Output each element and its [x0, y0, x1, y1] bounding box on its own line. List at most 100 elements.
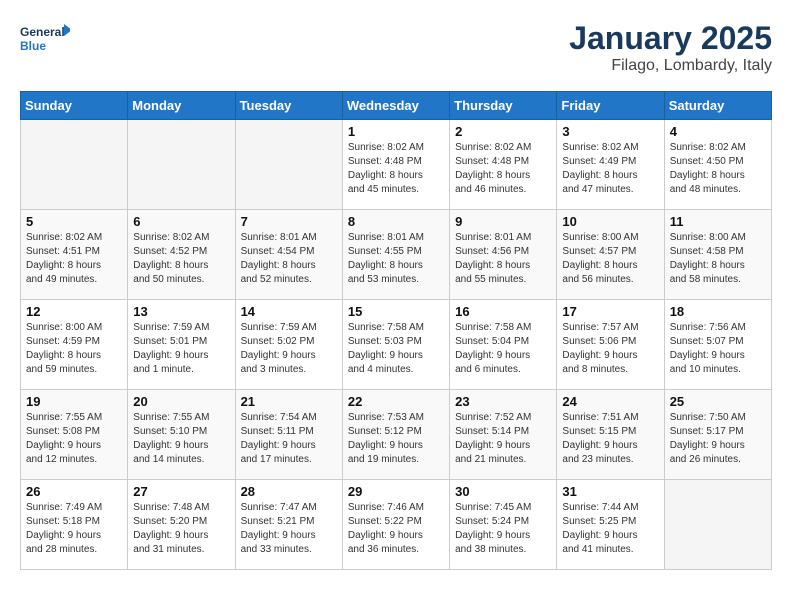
day-number: 8 — [348, 214, 444, 229]
day-info: Sunrise: 7:44 AM Sunset: 5:25 PM Dayligh… — [562, 501, 658, 557]
day-info: Sunrise: 8:02 AM Sunset: 4:50 PM Dayligh… — [670, 141, 766, 197]
day-number: 19 — [26, 394, 122, 409]
day-number: 24 — [562, 394, 658, 409]
calendar-cell: 2Sunrise: 8:02 AM Sunset: 4:48 PM Daylig… — [450, 120, 557, 210]
calendar-cell: 30 Sunrise: 7:45 AM Sunset: 5:24 PM Dayli… — [450, 480, 557, 570]
day-info: Sunrise: 7:57 AM Sunset: 5:06 PM Dayligh… — [562, 321, 658, 377]
day-number: 15 — [348, 304, 444, 319]
calendar-cell: 15 Sunrise: 7:58 AM Sunset: 5:03 PM Dayli… — [342, 300, 449, 390]
day-info: Sunrise: 7:53 AM Sunset: 5:12 PM Dayligh… — [348, 411, 444, 467]
day-info: Sunrise: 7:51 AM Sunset: 5:15 PM Dayligh… — [562, 411, 658, 467]
day-info: Sunrise: 7:49 AM Sunset: 5:18 PM Dayligh… — [26, 501, 122, 557]
day-number: 10 — [562, 214, 658, 229]
day-info: Sunrise: 7:55 AM Sunset: 5:10 PM Dayligh… — [133, 411, 229, 467]
calendar-cell: 3 Sunrise: 8:02 AM Sunset: 4:49 PM Daylig… — [557, 120, 664, 210]
calendar-cell — [21, 120, 128, 210]
weekday-header: Thursday — [450, 92, 557, 120]
calendar-cell: 6 Sunrise: 8:02 AM Sunset: 4:52 PM Daylig… — [128, 210, 235, 300]
day-number: 26 — [26, 484, 122, 499]
calendar-cell: 18 Sunrise: 7:56 AM Sunset: 5:07 PM Dayli… — [664, 300, 771, 390]
logo: General Blue — [20, 20, 70, 60]
day-info: Sunrise: 7:48 AM Sunset: 5:20 PM Dayligh… — [133, 501, 229, 557]
calendar-cell: 27Sunrise: 7:48 AM Sunset: 5:20 PM Dayli… — [128, 480, 235, 570]
weekday-header: Tuesday — [235, 92, 342, 120]
calendar-cell: 26 Sunrise: 7:49 AM Sunset: 5:18 PM Dayli… — [21, 480, 128, 570]
day-number: 29 — [348, 484, 444, 499]
calendar-cell: 4 Sunrise: 8:02 AM Sunset: 4:50 PM Daylig… — [664, 120, 771, 210]
calendar-cell — [235, 120, 342, 210]
weekday-header: Wednesday — [342, 92, 449, 120]
day-number: 3 — [562, 124, 658, 139]
calendar-cell: 9Sunrise: 8:01 AM Sunset: 4:56 PM Daylig… — [450, 210, 557, 300]
calendar-week-row: 12 Sunrise: 8:00 AM Sunset: 4:59 PM Dayli… — [21, 300, 772, 390]
day-info: Sunrise: 8:00 AM Sunset: 4:58 PM Dayligh… — [670, 231, 766, 287]
day-number: 12 — [26, 304, 122, 319]
day-info: Sunrise: 8:02 AM Sunset: 4:52 PM Dayligh… — [133, 231, 229, 287]
day-info: Sunrise: 7:58 AM Sunset: 5:03 PM Dayligh… — [348, 321, 444, 377]
calendar-title: January 2025 — [569, 20, 772, 57]
day-number: 9 — [455, 214, 551, 229]
day-number: 11 — [670, 214, 766, 229]
day-info: Sunrise: 8:02 AM Sunset: 4:48 PM Dayligh… — [348, 141, 444, 197]
calendar-cell: 1 Sunrise: 8:02 AM Sunset: 4:48 PM Daylig… — [342, 120, 449, 210]
day-number: 30 — [455, 484, 551, 499]
day-info: Sunrise: 7:46 AM Sunset: 5:22 PM Dayligh… — [348, 501, 444, 557]
weekday-header: Saturday — [664, 92, 771, 120]
day-number: 5 — [26, 214, 122, 229]
day-info: Sunrise: 7:52 AM Sunset: 5:14 PM Dayligh… — [455, 411, 551, 467]
calendar-cell — [128, 120, 235, 210]
day-number: 2 — [455, 124, 551, 139]
day-number: 1 — [348, 124, 444, 139]
calendar-cell: 14Sunrise: 7:59 AM Sunset: 5:02 PM Dayli… — [235, 300, 342, 390]
calendar-cell: 8 Sunrise: 8:01 AM Sunset: 4:55 PM Daylig… — [342, 210, 449, 300]
calendar-cell: 17 Sunrise: 7:57 AM Sunset: 5:06 PM Dayli… — [557, 300, 664, 390]
day-number: 18 — [670, 304, 766, 319]
calendar-cell: 21Sunrise: 7:54 AM Sunset: 5:11 PM Dayli… — [235, 390, 342, 480]
calendar-cell: 29 Sunrise: 7:46 AM Sunset: 5:22 PM Dayli… — [342, 480, 449, 570]
calendar-cell: 22 Sunrise: 7:53 AM Sunset: 5:12 PM Dayli… — [342, 390, 449, 480]
calendar-cell: 11 Sunrise: 8:00 AM Sunset: 4:58 PM Dayli… — [664, 210, 771, 300]
day-number: 16 — [455, 304, 551, 319]
weekday-header-row: SundayMondayTuesdayWednesdayThursdayFrid… — [21, 92, 772, 120]
calendar-cell: 20 Sunrise: 7:55 AM Sunset: 5:10 PM Dayli… — [128, 390, 235, 480]
svg-text:Blue: Blue — [20, 39, 46, 53]
calendar-cell: 25Sunrise: 7:50 AM Sunset: 5:17 PM Dayli… — [664, 390, 771, 480]
calendar-cell: 12 Sunrise: 8:00 AM Sunset: 4:59 PM Dayli… — [21, 300, 128, 390]
svg-text:General: General — [20, 25, 65, 39]
day-info: Sunrise: 8:00 AM Sunset: 4:59 PM Dayligh… — [26, 321, 122, 377]
day-info: Sunrise: 7:47 AM Sunset: 5:21 PM Dayligh… — [241, 501, 337, 557]
day-number: 14 — [241, 304, 337, 319]
day-info: Sunrise: 7:45 AM Sunset: 5:24 PM Dayligh… — [455, 501, 551, 557]
day-number: 4 — [670, 124, 766, 139]
calendar-cell: 23 Sunrise: 7:52 AM Sunset: 5:14 PM Dayli… — [450, 390, 557, 480]
calendar-cell: 13Sunrise: 7:59 AM Sunset: 5:01 PM Dayli… — [128, 300, 235, 390]
weekday-header: Friday — [557, 92, 664, 120]
calendar-cell: 7 Sunrise: 8:01 AM Sunset: 4:54 PM Daylig… — [235, 210, 342, 300]
day-info: Sunrise: 7:58 AM Sunset: 5:04 PM Dayligh… — [455, 321, 551, 377]
day-number: 7 — [241, 214, 337, 229]
day-info: Sunrise: 7:56 AM Sunset: 5:07 PM Dayligh… — [670, 321, 766, 377]
calendar-cell: 28 Sunrise: 7:47 AM Sunset: 5:21 PM Dayli… — [235, 480, 342, 570]
day-info: Sunrise: 8:00 AM Sunset: 4:57 PM Dayligh… — [562, 231, 658, 287]
day-info: Sunrise: 7:55 AM Sunset: 5:08 PM Dayligh… — [26, 411, 122, 467]
calendar-cell — [664, 480, 771, 570]
calendar-week-row: 5 Sunrise: 8:02 AM Sunset: 4:51 PM Daylig… — [21, 210, 772, 300]
calendar-week-row: 19 Sunrise: 7:55 AM Sunset: 5:08 PM Dayli… — [21, 390, 772, 480]
day-info: Sunrise: 8:02 AM Sunset: 4:51 PM Dayligh… — [26, 231, 122, 287]
page-header: General Blue January 2025 Filago, Lombar… — [20, 20, 772, 75]
day-number: 22 — [348, 394, 444, 409]
calendar-cell: 16 Sunrise: 7:58 AM Sunset: 5:04 PM Dayli… — [450, 300, 557, 390]
day-number: 17 — [562, 304, 658, 319]
day-info: Sunrise: 8:01 AM Sunset: 4:55 PM Dayligh… — [348, 231, 444, 287]
day-number: 21 — [241, 394, 337, 409]
day-number: 6 — [133, 214, 229, 229]
calendar-cell: 10 Sunrise: 8:00 AM Sunset: 4:57 PM Dayli… — [557, 210, 664, 300]
day-number: 31 — [562, 484, 658, 499]
day-number: 23 — [455, 394, 551, 409]
day-info: Sunrise: 8:02 AM Sunset: 4:49 PM Dayligh… — [562, 141, 658, 197]
day-number: 20 — [133, 394, 229, 409]
day-number: 28 — [241, 484, 337, 499]
day-info: Sunrise: 8:01 AM Sunset: 4:54 PM Dayligh… — [241, 231, 337, 287]
calendar-week-row: 1 Sunrise: 8:02 AM Sunset: 4:48 PM Daylig… — [21, 120, 772, 210]
calendar-subtitle: Filago, Lombardy, Italy — [569, 57, 772, 75]
